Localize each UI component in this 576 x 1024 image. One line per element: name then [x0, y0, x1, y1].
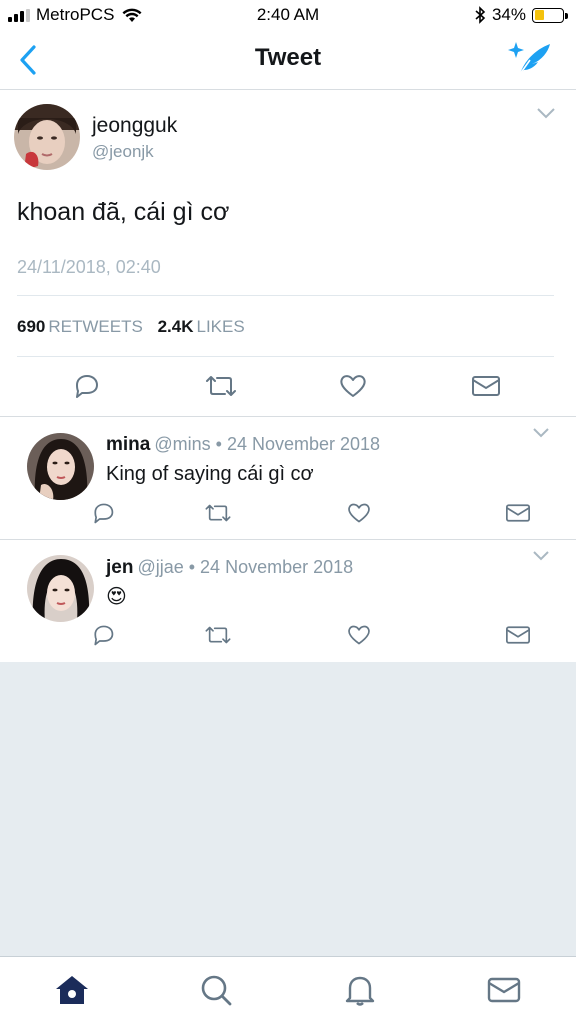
reply-text: 😍: [106, 586, 127, 608]
tweet-text: khoan đã, cái gì cơ: [17, 198, 230, 226]
battery-percent: 34%: [491, 5, 526, 24]
page-title: Tweet: [254, 44, 322, 71]
reply-author-name[interactable]: jen: [106, 557, 133, 578]
message-icon[interactable]: [505, 623, 531, 647]
reply-icon[interactable]: [90, 501, 116, 525]
reply-header: mina @mins • 24 November 2018: [106, 434, 380, 456]
reply-icon[interactable]: [71, 372, 101, 400]
reply-icon[interactable]: [90, 623, 116, 647]
empty-background: [0, 662, 576, 956]
author-name[interactable]: jeongguk: [92, 114, 177, 138]
message-icon[interactable]: [505, 501, 531, 525]
reply-author-name[interactable]: mina: [106, 434, 150, 455]
retweets-label[interactable]: RETWEETS: [48, 317, 142, 336]
reply-meta: @mins • 24 November 2018: [154, 434, 381, 454]
tweet-stats: 690 RETWEETS 2.4K LIKES: [17, 317, 255, 337]
status-bar: MetroPCS 2:40 AM 34%: [0, 0, 576, 30]
avatar[interactable]: [27, 555, 94, 622]
chevron-down-icon[interactable]: [536, 106, 556, 120]
retweet-icon[interactable]: [203, 623, 233, 647]
divider: [17, 295, 554, 296]
like-icon[interactable]: [338, 372, 368, 400]
reply-meta: @jjae • 24 November 2018: [137, 557, 354, 577]
messages-icon[interactable]: [486, 973, 522, 1007]
home-icon[interactable]: [54, 973, 90, 1007]
battery-icon: [532, 7, 568, 23]
tab-bar: [0, 956, 576, 1024]
like-icon[interactable]: [346, 501, 372, 525]
retweet-icon[interactable]: [203, 372, 239, 400]
search-icon[interactable]: [198, 973, 234, 1007]
author-handle[interactable]: @jeonjk: [92, 142, 154, 162]
notifications-icon[interactable]: [342, 973, 378, 1007]
tweet-date: 24/11/2018, 02:40: [17, 257, 161, 277]
compose-tweet-icon[interactable]: [506, 38, 554, 78]
reply-tweet[interactable]: mina @mins • 24 November 2018 King of say…: [0, 417, 576, 540]
likes-label[interactable]: LIKES: [196, 317, 244, 336]
like-icon[interactable]: [346, 623, 372, 647]
reply-header: jen @jjae • 24 November 2018: [106, 557, 353, 579]
avatar[interactable]: [27, 433, 94, 500]
message-icon[interactable]: [471, 372, 501, 400]
header: Tweet: [0, 30, 576, 90]
likes-count[interactable]: 2.4K: [158, 317, 194, 336]
chevron-down-icon[interactable]: [532, 427, 550, 439]
divider: [17, 356, 554, 357]
bluetooth-icon: [475, 6, 486, 24]
reply-tweet[interactable]: jen @jjae • 24 November 2018 😍: [0, 540, 576, 662]
chevron-down-icon[interactable]: [532, 550, 550, 562]
tweet-actions: [0, 372, 576, 402]
main-tweet: jeongguk @jeonjk khoan đã, cái gì cơ 24/…: [0, 90, 576, 417]
retweets-count[interactable]: 690: [17, 317, 45, 336]
avatar[interactable]: [14, 104, 80, 170]
reply-text: King of saying cái gì cơ: [106, 463, 314, 485]
retweet-icon[interactable]: [203, 501, 233, 525]
